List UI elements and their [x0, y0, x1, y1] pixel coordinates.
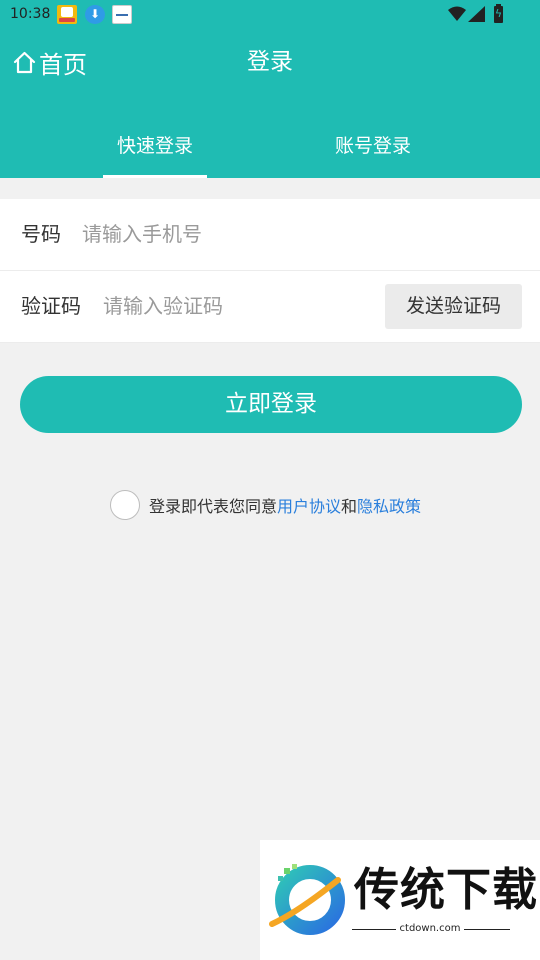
code-label: 验证码 — [21, 294, 81, 318]
watermark-divider-left — [352, 929, 396, 930]
status-bar: 10:38 ⬇ ϟ — [0, 0, 540, 30]
watermark-brand: 传统下载 — [354, 863, 539, 916]
send-code-button[interactable]: 发送验证码 — [385, 284, 522, 329]
watermark-divider-right — [464, 929, 510, 930]
game-app-icon — [57, 5, 77, 24]
download-icon: ⬇ — [85, 5, 105, 24]
phone-input[interactable] — [82, 217, 502, 251]
news-app-icon — [112, 5, 132, 24]
login-button[interactable]: 立即登录 — [20, 376, 522, 433]
user-agreement-link[interactable]: 用户协议 — [277, 497, 341, 516]
watermark-url: ctdown.com — [399, 923, 461, 934]
code-input[interactable] — [103, 289, 373, 323]
active-tab-indicator — [103, 175, 207, 178]
status-time: 10:38 — [10, 6, 51, 22]
watermark: 传统下载 ctdown.com — [260, 840, 540, 960]
app-header: 10:38 ⬇ ϟ 首页 登录 快速登录 账号登录 — [0, 0, 540, 178]
phone-label: 号码 — [21, 222, 61, 246]
agreement-prefix: 登录即代表您同意 — [149, 496, 278, 516]
watermark-logo-icon — [269, 864, 345, 935]
agreement-row: 登录即代表您同意用户协议和隐私政策 — [110, 488, 421, 521]
battery-charging-icon: ϟ — [494, 4, 503, 23]
signal-icon — [468, 6, 485, 22]
tab-account-login[interactable]: 账号登录 — [320, 130, 426, 162]
privacy-policy-link[interactable]: 隐私政策 — [357, 497, 421, 516]
tab-quick-login[interactable]: 快速登录 — [103, 130, 207, 162]
agreement-conjunction: 和 — [341, 496, 358, 516]
agreement-checkbox[interactable] — [110, 489, 140, 520]
wifi-icon — [448, 6, 466, 21]
login-form: 号码 验证码 发送验证码 — [0, 199, 540, 343]
home-icon — [13, 51, 36, 73]
home-label: 首页 — [39, 50, 87, 79]
home-link[interactable]: 首页 — [12, 46, 87, 79]
phone-row: 号码 — [0, 199, 540, 271]
agreement-text: 登录即代表您同意用户协议和隐私政策 — [149, 493, 421, 517]
